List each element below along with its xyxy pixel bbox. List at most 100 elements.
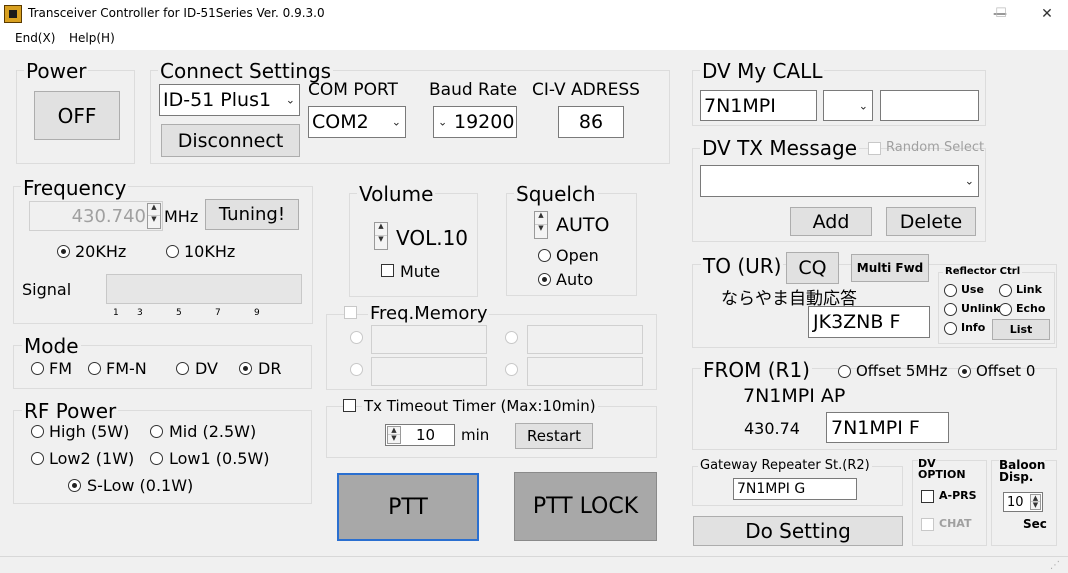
- maximize-button[interactable]: ☐: [978, 0, 1024, 28]
- frequency-unit: MHz: [164, 207, 199, 226]
- memory-2-field[interactable]: [527, 325, 643, 354]
- tx-timeout-spinner[interactable]: ▲ ▼: [387, 426, 401, 444]
- mode-dr-label: DR: [258, 359, 282, 378]
- baloon-time-value: 10: [1007, 494, 1024, 510]
- memory-2-radio[interactable]: [505, 331, 518, 344]
- memory-1-radio[interactable]: [350, 331, 363, 344]
- random-select-checkbox[interactable]: [868, 142, 881, 155]
- r2-call-input[interactable]: 7N1MPI G: [733, 478, 857, 500]
- frequency-input[interactable]: 430.740 ▲ ▼: [29, 201, 163, 231]
- step-10khz-label: 10KHz: [184, 242, 236, 261]
- rf-low1-radio[interactable]: [150, 452, 163, 465]
- ptt-button[interactable]: PTT: [337, 473, 479, 541]
- my-call-input[interactable]: 7N1MPI: [700, 90, 817, 121]
- my-call-suffix-select[interactable]: ⌄: [823, 90, 873, 121]
- rf-mid-radio[interactable]: [150, 425, 163, 438]
- mode-dr-radio[interactable]: [239, 362, 252, 375]
- memory-1-field[interactable]: [371, 325, 487, 354]
- memory-4-radio[interactable]: [505, 363, 518, 376]
- rf-low1-label: Low1 (0.5W): [169, 449, 270, 468]
- baloon-time-spinner[interactable]: ▲ ▼: [1030, 494, 1041, 510]
- cq-button[interactable]: CQ: [786, 252, 839, 284]
- rf-high-radio[interactable]: [31, 425, 44, 438]
- offset-0-radio[interactable]: [958, 365, 971, 378]
- chat-checkbox[interactable]: [921, 518, 934, 531]
- disconnect-button[interactable]: Disconnect: [161, 124, 300, 157]
- rf-low2-radio[interactable]: [31, 452, 44, 465]
- com-port-label: COM PORT: [308, 80, 398, 100]
- squelch-spinner[interactable]: ▲ ▼: [534, 211, 548, 239]
- resize-grip-icon[interactable]: ⋰: [1050, 560, 1062, 572]
- dv-my-call-title: DV My CALL: [700, 59, 825, 83]
- baud-rate-select[interactable]: ⌄ 19200: [433, 106, 517, 138]
- chat-label: CHAT: [939, 517, 972, 530]
- random-select-label: Random Select: [886, 140, 985, 155]
- rf-slow-label: S-Low (0.1W): [87, 476, 194, 495]
- tuning-button[interactable]: Tuning!: [205, 199, 299, 230]
- com-port-select[interactable]: COM2 ⌄: [308, 106, 406, 138]
- ptt-lock-button[interactable]: PTT LOCK: [514, 472, 657, 541]
- restart-button[interactable]: Restart: [515, 423, 593, 449]
- menu-help[interactable]: Help(H): [69, 31, 115, 45]
- reflector-echo-label: Echo: [1016, 302, 1046, 315]
- reflector-unlink-radio[interactable]: [944, 303, 957, 316]
- step-10khz-radio[interactable]: [166, 245, 179, 258]
- dv-option-title-2: OPTION: [918, 468, 966, 481]
- gateway-title: Gateway Repeater St.(R2): [698, 458, 872, 473]
- reflector-use-radio[interactable]: [944, 284, 957, 297]
- memory-3-field[interactable]: [371, 357, 487, 386]
- squelch-value: AUTO: [556, 214, 610, 236]
- squelch-auto-label: Auto: [556, 270, 594, 289]
- mode-fmn-radio[interactable]: [88, 362, 101, 375]
- squelch-auto-radio[interactable]: [538, 273, 551, 286]
- reflector-list-button[interactable]: List: [992, 319, 1050, 340]
- multi-fwd-button[interactable]: Multi Fwd: [851, 254, 929, 282]
- ur-call-input[interactable]: JK3ZNB F: [808, 306, 930, 338]
- volume-title: Volume: [357, 182, 436, 206]
- memory-4-field[interactable]: [527, 357, 643, 386]
- mode-dv-radio[interactable]: [176, 362, 189, 375]
- repeater-callsign: 7N1MPI AP: [743, 385, 846, 407]
- rf-slow-radio[interactable]: [68, 479, 81, 492]
- model-value: ID-51 Plus1: [163, 89, 272, 111]
- baud-rate-value: 19200: [454, 111, 515, 133]
- add-button[interactable]: Add: [790, 207, 872, 236]
- menu-bar: [0, 28, 1068, 50]
- reflector-info-radio[interactable]: [944, 322, 957, 335]
- power-off-button[interactable]: OFF: [34, 91, 120, 140]
- memory-3-radio[interactable]: [350, 363, 363, 376]
- model-select[interactable]: ID-51 Plus1 ⌄: [159, 84, 300, 116]
- tx-timeout-checkbox[interactable]: [343, 399, 356, 412]
- aprs-checkbox[interactable]: [921, 490, 934, 503]
- chevron-down-icon: ⌄: [285, 93, 295, 107]
- r1-call-input[interactable]: 7N1MPI F: [826, 412, 949, 443]
- squelch-open-radio[interactable]: [538, 249, 551, 262]
- baloon-time-input[interactable]: 10 ▲ ▼: [1003, 492, 1043, 512]
- reflector-echo-radio[interactable]: [999, 303, 1012, 316]
- signal-scale-1: 1: [113, 308, 119, 318]
- power-title: Power: [24, 59, 89, 83]
- freq-memory-checkbox[interactable]: [344, 306, 357, 319]
- tx-message-select[interactable]: ⌄: [700, 165, 979, 197]
- frequency-title: Frequency: [21, 176, 129, 200]
- civ-address-input[interactable]: 86: [558, 106, 624, 138]
- offset-5mhz-radio[interactable]: [838, 365, 851, 378]
- squelch-title: Squelch: [514, 182, 598, 206]
- mute-label: Mute: [400, 262, 441, 281]
- mode-fm-radio[interactable]: [31, 362, 44, 375]
- step-20khz-radio[interactable]: [57, 245, 70, 258]
- tx-timeout-value: 10: [416, 426, 436, 444]
- volume-spinner[interactable]: ▲ ▼: [374, 222, 388, 250]
- menu-end[interactable]: End(X): [15, 31, 55, 45]
- tx-timeout-input[interactable]: ▲ ▼ 10: [385, 424, 455, 446]
- connect-settings-title: Connect Settings: [158, 59, 334, 83]
- reflector-link-radio[interactable]: [999, 284, 1012, 297]
- my-call-memo-input[interactable]: [880, 90, 979, 121]
- step-20khz-label: 20KHz: [75, 242, 127, 261]
- chevron-down-icon: ⌄: [438, 115, 448, 129]
- delete-button[interactable]: Delete: [886, 207, 976, 236]
- do-setting-button[interactable]: Do Setting: [693, 516, 903, 546]
- close-button[interactable]: ✕: [1024, 0, 1068, 28]
- mute-checkbox[interactable]: [381, 264, 394, 277]
- frequency-spinner[interactable]: ▲ ▼: [147, 203, 161, 229]
